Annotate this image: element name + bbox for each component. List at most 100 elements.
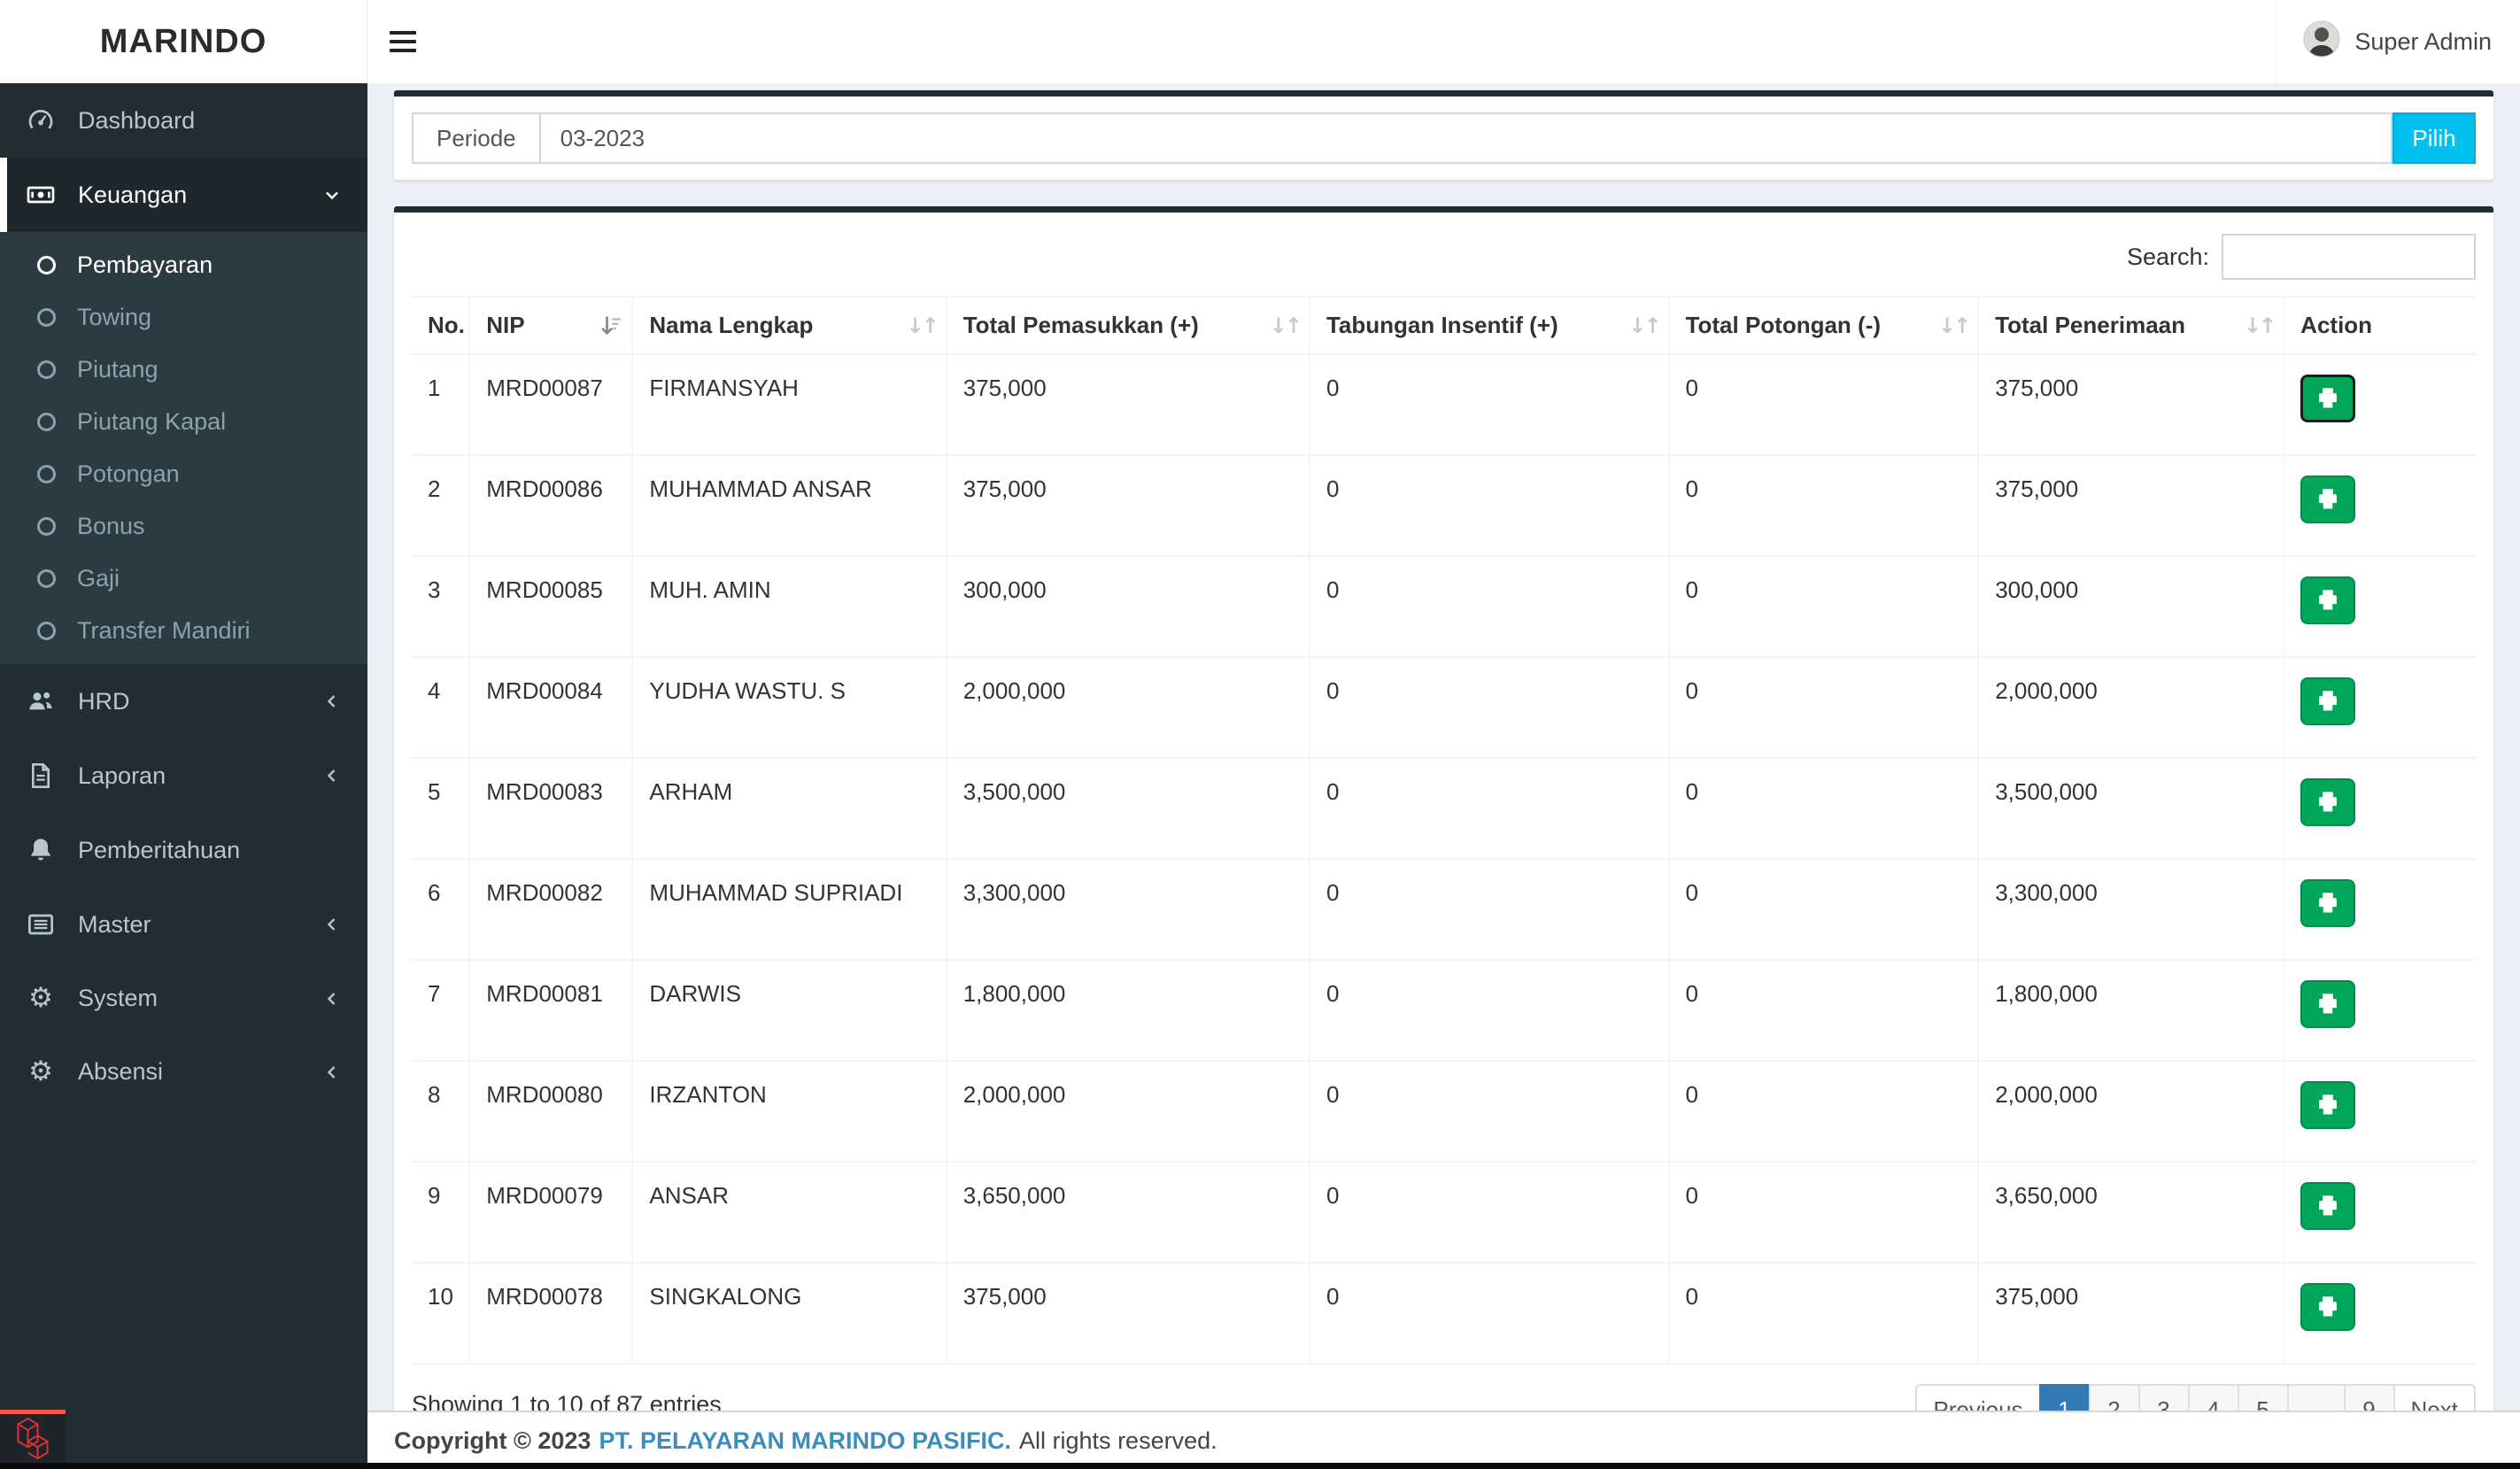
sidebar-item-keuangan[interactable]: Keuangan xyxy=(0,158,367,232)
print-button[interactable] xyxy=(2300,475,2356,523)
printer-icon xyxy=(2319,1296,2338,1317)
column-header-pemasukkan[interactable]: Total Pemasukkan (+) ↓↑ xyxy=(946,296,1310,355)
print-button[interactable] xyxy=(2300,980,2356,1028)
cell-nama: MUHAMMAD ANSAR xyxy=(632,455,947,557)
cell-pemasukkan: 300,000 xyxy=(946,556,1310,658)
table-row: 1 MRD00087 FIRMANSYAH 375,000 0 0 375,00… xyxy=(412,354,2476,456)
print-button[interactable] xyxy=(2300,677,2356,725)
sidebar-item-absensi[interactable]: ⚙ Absensi xyxy=(0,1035,367,1109)
cell-tabungan: 0 xyxy=(1309,455,1670,557)
column-header-nama[interactable]: Nama Lengkap ↓↑ xyxy=(632,296,947,355)
search-input[interactable] xyxy=(2222,234,2476,280)
sidebar-item-gaji[interactable]: Gaji xyxy=(0,553,367,605)
sort-icon: ↓↑ xyxy=(2243,313,2277,338)
search-label: Search: xyxy=(2126,243,2209,270)
cell-no: 3 xyxy=(412,556,471,658)
top-navbar: MARINDO Super Admin xyxy=(0,0,2520,83)
column-header-potongan[interactable]: Total Potongan (-) ↓↑ xyxy=(1668,296,1980,355)
print-button[interactable] xyxy=(2300,576,2356,624)
column-header-tabungan[interactable]: Tabungan Insentif (+) ↓↑ xyxy=(1309,296,1670,355)
cell-action xyxy=(2284,859,2476,961)
print-button[interactable] xyxy=(2300,778,2356,826)
cell-pemasukkan: 2,000,000 xyxy=(946,1061,1310,1163)
print-button[interactable] xyxy=(2300,1283,2356,1331)
cell-pemasukkan: 2,000,000 xyxy=(946,657,1310,759)
sidebar-item-label: Absensi xyxy=(78,1058,164,1085)
sidebar-item-bonus[interactable]: Bonus xyxy=(0,500,367,553)
cell-pemasukkan: 1,800,000 xyxy=(946,960,1310,1062)
sidebar-item-system[interactable]: ⚙ System xyxy=(0,962,367,1035)
sidebar-item-dashboard[interactable]: Dashboard xyxy=(0,83,367,158)
sidebar-toggle-button[interactable] xyxy=(367,0,438,83)
cell-potongan: 0 xyxy=(1668,556,1980,658)
sidebar-item-hrd[interactable]: HRD xyxy=(0,664,367,738)
print-button[interactable] xyxy=(2300,375,2356,422)
cell-tabungan: 0 xyxy=(1309,1263,1670,1365)
circle-icon xyxy=(37,413,56,431)
periode-label: Periode xyxy=(412,112,539,164)
user-menu[interactable]: Super Admin xyxy=(2276,0,2520,83)
cell-nip: MRD00085 xyxy=(469,556,634,658)
table-row: 3 MRD00085 MUH. AMIN 300,000 0 0 300,000 xyxy=(412,556,2476,658)
table-row: 7 MRD00081 DARWIS 1,800,000 0 0 1,800,00… xyxy=(412,960,2476,1062)
sidebar-item-master[interactable]: Master xyxy=(0,887,367,962)
circle-icon xyxy=(37,517,56,536)
printer-icon xyxy=(2319,1094,2338,1115)
cell-nip: MRD00081 xyxy=(469,960,634,1062)
brand-logo[interactable]: MARINDO xyxy=(0,0,367,83)
cell-potongan: 0 xyxy=(1668,960,1980,1062)
sort-icon: ↓↑ xyxy=(1937,313,1971,338)
debugbar-collapsed-bar[interactable] xyxy=(0,1463,2520,1469)
column-header-nip[interactable]: NIP xyxy=(469,296,634,355)
cell-tabungan: 0 xyxy=(1309,960,1670,1062)
chevron-left-icon xyxy=(327,1065,336,1079)
print-button[interactable] xyxy=(2300,879,2356,927)
cell-penerimaan: 1,800,000 xyxy=(1978,960,2285,1062)
column-header-action: Action xyxy=(2284,296,2476,355)
column-header-penerimaan[interactable]: Total Penerimaan ↓↑ xyxy=(1978,296,2285,355)
sidebar-item-transfer-mandiri[interactable]: Transfer Mandiri xyxy=(0,605,367,657)
cell-action xyxy=(2284,556,2476,658)
print-button[interactable] xyxy=(2300,1182,2356,1230)
cell-tabungan: 0 xyxy=(1309,1061,1670,1163)
gear-icon: ⚙ xyxy=(28,982,53,1014)
sidebar-item-piutang-kapal[interactable]: Piutang Kapal xyxy=(0,396,367,448)
hamburger-icon xyxy=(390,31,416,35)
circle-icon xyxy=(37,465,56,483)
circle-icon xyxy=(37,360,56,379)
cell-tabungan: 0 xyxy=(1309,354,1670,456)
pilih-button[interactable]: Pilih xyxy=(2392,112,2476,164)
table-row: 9 MRD00079 ANSAR 3,650,000 0 0 3,650,000 xyxy=(412,1162,2476,1264)
money-icon xyxy=(25,181,57,209)
cell-no: 8 xyxy=(412,1061,471,1163)
cell-action xyxy=(2284,1061,2476,1163)
sidebar-item-pemberitahuan[interactable]: Pemberitahuan xyxy=(0,813,367,887)
cell-penerimaan: 3,300,000 xyxy=(1978,859,2285,961)
cell-nama: IRZANTON xyxy=(632,1061,947,1163)
users-icon xyxy=(25,687,57,715)
laravel-debugbar-toggle[interactable] xyxy=(0,1410,66,1463)
print-button[interactable] xyxy=(2300,1081,2356,1129)
cell-penerimaan: 300,000 xyxy=(1978,556,2285,658)
chevron-left-icon xyxy=(327,695,336,707)
cell-penerimaan: 2,000,000 xyxy=(1978,657,2285,759)
cell-potongan: 0 xyxy=(1668,657,1980,759)
payments-card: Search: No. NIP Nama Lengkap ↓↑ Total Pem xyxy=(394,206,2493,1469)
sort-desc-icon xyxy=(601,316,622,335)
list-icon xyxy=(25,910,57,939)
sidebar-item-towing[interactable]: Towing xyxy=(0,291,367,344)
sidebar-item-potongan[interactable]: Potongan xyxy=(0,448,367,500)
cell-nama: ARHAM xyxy=(632,758,947,860)
sidebar-item-piutang[interactable]: Piutang xyxy=(0,344,367,396)
cell-nip: MRD00083 xyxy=(469,758,634,860)
footer-company-link[interactable]: PT. PELAYARAN MARINDO PASIFIC. xyxy=(599,1427,1011,1455)
sidebar-item-pembayaran[interactable]: Pembayaran xyxy=(0,239,367,291)
gear-icon: ⚙ xyxy=(28,1055,53,1087)
periode-card: Periode Pilih xyxy=(394,90,2493,180)
cell-penerimaan: 2,000,000 xyxy=(1978,1061,2285,1163)
sidebar-item-label: Pemberitahuan xyxy=(78,836,241,863)
cell-tabungan: 0 xyxy=(1309,859,1670,961)
chevron-down-icon xyxy=(326,191,338,200)
periode-input[interactable] xyxy=(538,112,2392,164)
sidebar-item-laporan[interactable]: Laporan xyxy=(0,738,367,813)
